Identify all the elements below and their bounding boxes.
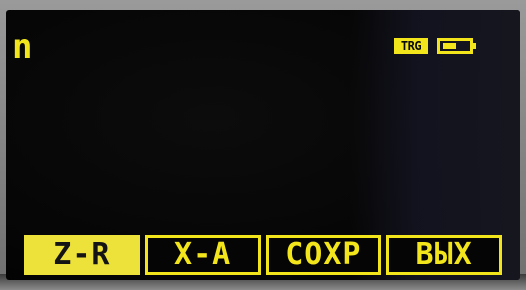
softkey-exit[interactable]: ВЫХ [386,235,502,275]
softkey-x-a[interactable]: X-A [144,235,261,275]
lcd-screen: n TRG Z-R X-A СОХР ВЫХ [6,10,520,280]
trigger-badge: TRG [394,38,428,54]
softkey-bar: Z-R X-A СОХР ВЫХ [24,235,502,275]
mode-label: n [12,27,33,67]
softkey-z-r[interactable]: Z-R [24,235,140,275]
softkey-save[interactable]: СОХР [265,235,382,275]
battery-icon [437,38,477,54]
